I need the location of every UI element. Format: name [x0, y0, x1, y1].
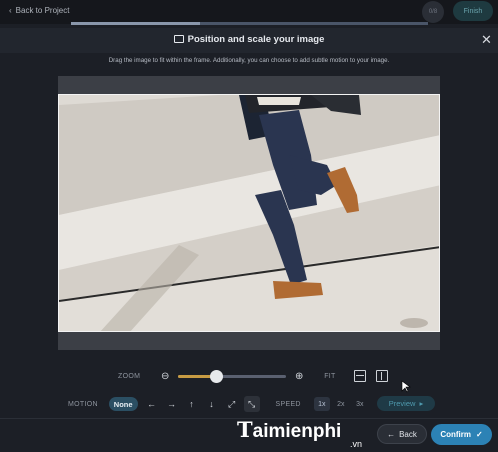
confirm-button[interactable]: Confirm ✓ — [431, 424, 492, 445]
instruction-text: Drag the image to fit within the frame. … — [108, 57, 390, 64]
back-label: Back — [399, 429, 417, 439]
mouse-cursor-icon — [401, 380, 411, 393]
arrow-left-icon[interactable]: ← — [144, 396, 160, 412]
preview-button[interactable]: Preview ▸ — [377, 396, 435, 411]
watermark-text: aimienphi — [252, 421, 342, 442]
confirm-label: Confirm — [440, 430, 471, 439]
speed-3x-option[interactable]: 3x — [352, 397, 368, 411]
preview-label: Preview — [388, 399, 416, 408]
position-scale-modal: Position and scale your image ✕ Drag the… — [0, 28, 498, 452]
motion-none-chip[interactable]: None — [108, 397, 138, 411]
progress-bar-fill — [71, 22, 200, 25]
arrow-down-icon[interactable]: ↓ — [204, 396, 220, 412]
modal-title-text: Position and scale your image — [187, 34, 325, 45]
top-app-bar: ‹ Back to Project 0/8 Finish — [0, 0, 498, 24]
photo-illustration — [59, 95, 439, 331]
arrow-right-icon[interactable]: → — [164, 396, 180, 412]
zoom-in-icon[interactable]: ⊕ — [292, 369, 306, 383]
fit-width-icon[interactable] — [353, 370, 366, 382]
expand-icon[interactable]: ⤢ — [224, 396, 240, 412]
back-to-project-link[interactable]: ‹ Back to Project — [9, 6, 69, 15]
motion-label: MOTION — [68, 400, 98, 408]
zoom-slider[interactable] — [178, 369, 287, 383]
zoom-controls: ZOOM ⊖ ⊕ FIT — [118, 369, 388, 383]
modal-title: Position and scale your image — [0, 34, 498, 45]
page-counter: 0/8 — [422, 1, 444, 23]
motion-controls: MOTION None ← → ↑ ↓ ⤢ ⤡ SPEED 1x 2x 3x — [68, 396, 368, 412]
modal-header: Position and scale your image ✕ — [0, 28, 498, 53]
chevron-left-icon: ‹ — [9, 6, 12, 15]
finish-button[interactable]: Finish — [453, 1, 493, 21]
watermark-suffix: .vn — [350, 439, 363, 449]
image-icon — [173, 35, 184, 43]
arrow-left-icon: ← — [387, 429, 396, 439]
arrow-up-icon[interactable]: ↑ — [184, 396, 200, 412]
zoom-out-icon[interactable]: ⊖ — [158, 369, 172, 383]
draggable-photo[interactable] — [58, 94, 440, 332]
watermark-initial: T — [237, 417, 253, 442]
crop-canvas[interactable] — [58, 76, 440, 350]
back-to-project-label: Back to Project — [15, 6, 70, 15]
close-icon[interactable]: ✕ — [481, 32, 492, 48]
back-button[interactable]: ← Back — [377, 424, 427, 444]
watermark-logo: T aimienphi .vn — [237, 417, 362, 449]
speed-2x-option[interactable]: 2x — [333, 397, 349, 411]
zoom-label: ZOOM — [118, 372, 141, 380]
collapse-icon[interactable]: ⤡ — [243, 396, 260, 412]
fit-height-icon[interactable] — [375, 370, 388, 382]
fit-label: FIT — [324, 372, 336, 380]
progress-bar — [71, 22, 428, 25]
speed-1x-option[interactable]: 1x — [313, 397, 330, 411]
play-icon: ▸ — [419, 399, 424, 408]
speed-label: SPEED — [275, 400, 301, 408]
zoom-slider-thumb[interactable] — [209, 369, 223, 383]
check-icon: ✓ — [475, 430, 483, 439]
